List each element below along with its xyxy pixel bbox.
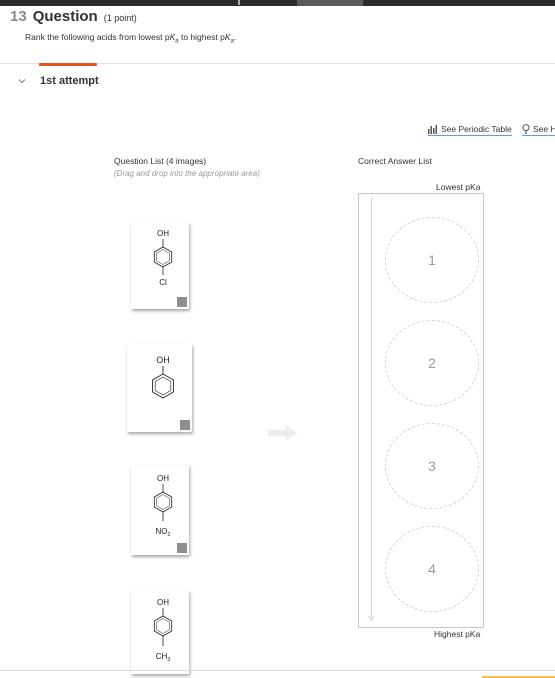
slot-number: 3 xyxy=(428,458,436,474)
top-bar-marker xyxy=(238,0,240,5)
hint-label: See H xyxy=(533,124,555,134)
arrow-right-icon xyxy=(268,425,297,441)
oh-label: OH xyxy=(157,229,169,238)
question-prompt: Rank the following acids from lowest pKa… xyxy=(25,32,236,45)
expand-icon[interactable] xyxy=(177,543,187,553)
top-bar xyxy=(0,0,555,6)
footer-divider xyxy=(0,670,555,671)
drop-slot-1[interactable]: 1 xyxy=(385,217,479,303)
draggable-card-phenol[interactable]: OH xyxy=(127,344,192,432)
attempt-label[interactable]: 1st attempt xyxy=(40,75,99,87)
chlorophenol-structure: OH Cl xyxy=(153,229,173,287)
draggable-card-methylphenol[interactable]: OH CH3 xyxy=(131,590,189,674)
draggable-card-chlorophenol[interactable]: OH Cl xyxy=(131,222,189,309)
top-bar-active-tab[interactable] xyxy=(297,0,363,6)
expand-icon[interactable] xyxy=(177,297,187,307)
oh-label: OH xyxy=(157,474,169,483)
answer-drop-area[interactable]: 1 2 3 4 xyxy=(358,193,484,628)
slot-number: 4 xyxy=(428,561,436,577)
drop-slot-4[interactable]: 4 xyxy=(385,526,479,612)
ranking-track xyxy=(371,198,372,618)
expand-icon[interactable] xyxy=(180,420,190,430)
bar-chart-icon xyxy=(428,124,437,134)
question-points: (1 point) xyxy=(103,13,137,23)
hint-link[interactable]: See H xyxy=(522,124,555,136)
slot-number: 2 xyxy=(428,355,436,371)
prompt-text-middle: to highest p xyxy=(178,32,225,42)
prompt-text-end: . xyxy=(233,32,237,42)
highest-pka-label: Highest pKa xyxy=(434,629,481,639)
pka-symbol-1: Ka xyxy=(169,32,179,45)
methylphenol-structure: OH CH3 xyxy=(153,598,173,663)
question-number: 13 xyxy=(10,8,27,25)
lowest-pka-label: Lowest pKa xyxy=(436,182,481,192)
arrow-down-icon xyxy=(368,615,375,622)
question-title: Question xyxy=(32,8,98,25)
oh-label: OH xyxy=(157,598,169,607)
nitrophenol-structure: OH NO2 xyxy=(153,474,173,538)
phenol-structure: OH xyxy=(152,355,174,399)
drop-slot-3[interactable]: 3 xyxy=(385,423,479,509)
active-indicator xyxy=(39,63,97,66)
periodic-table-link[interactable]: See Periodic Table xyxy=(428,124,512,136)
periodic-table-label: See Periodic Table xyxy=(441,124,512,134)
slot-number: 1 xyxy=(428,252,436,268)
ch3-label: CH3 xyxy=(156,652,171,663)
no2-label: NO2 xyxy=(155,527,170,538)
drop-slot-2[interactable]: 2 xyxy=(385,320,479,406)
oh-label: OH xyxy=(156,355,170,365)
question-list-title: Question List (4 images) xyxy=(114,156,207,166)
question-list-instructions: (Drag and drop into the appropriate area… xyxy=(114,169,260,178)
lightbulb-icon xyxy=(522,124,530,134)
answer-list-title: Correct Answer List xyxy=(358,156,432,166)
prompt-text-start: Rank the following acids from lowest p xyxy=(25,32,170,42)
question-header: 13 Question (1 point) xyxy=(10,8,137,25)
chevron-down-icon[interactable] xyxy=(17,76,27,86)
cl-label: Cl xyxy=(159,278,167,287)
pka-symbol-2: Ka xyxy=(224,32,234,45)
draggable-card-nitrophenol[interactable]: OH NO2 xyxy=(131,465,189,555)
